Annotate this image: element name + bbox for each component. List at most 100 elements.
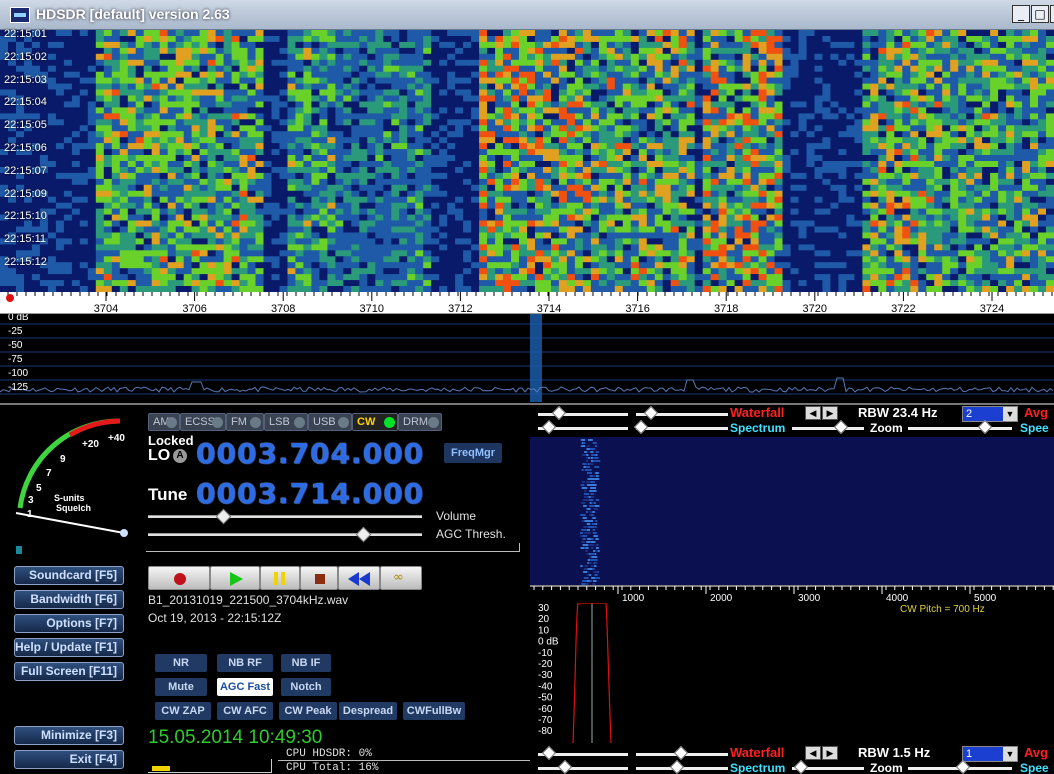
dsp-button-cw-zap[interactable]: CW ZAP xyxy=(155,702,211,720)
s-meter-scale-label: 3 xyxy=(28,495,34,506)
af-db-label: -50 xyxy=(538,693,553,704)
freq-scale-label: 3724 xyxy=(980,303,1004,314)
dsp-button-nr[interactable]: NR xyxy=(155,654,207,672)
mode-label: LSB xyxy=(269,416,290,428)
close-window-button[interactable]: x xyxy=(1050,5,1054,23)
dsp-button-despread[interactable]: Despread xyxy=(339,702,397,720)
app-icon xyxy=(10,7,30,23)
rf-zoom-slider[interactable] xyxy=(908,419,1012,435)
rf-display-controls: Waterfall ◀ ▶ RBW 23.4 Hz 2 ▼ Avg Spectru… xyxy=(530,405,1054,435)
af-rbw-right-arrow[interactable]: ▶ xyxy=(822,746,838,760)
dsp-button-agc-fast[interactable]: AGC Fast xyxy=(217,678,273,696)
s-meter-scale-label: 9 xyxy=(60,454,66,465)
recording-datetime: Oct 19, 2013 - 22:15:12Z xyxy=(148,611,282,625)
bandwidth-button[interactable]: Bandwidth [F6] xyxy=(14,590,124,609)
soundcard-button[interactable]: Soundcard [F5] xyxy=(14,566,124,585)
maximize-window-button[interactable]: □ xyxy=(1031,5,1049,23)
clock-display: 15.05.2014 10:49:30 xyxy=(148,727,323,748)
pause-button[interactable] xyxy=(260,566,300,590)
af-avg-select[interactable]: 1 ▼ xyxy=(962,746,1018,762)
rf-waterfall-label: Waterfall xyxy=(730,405,785,420)
dsp-button-nb-if[interactable]: NB IF xyxy=(281,654,331,672)
lo-lock-badge[interactable]: A xyxy=(173,449,187,463)
af-waterfall-contrast-slider[interactable] xyxy=(636,745,728,761)
af-waterfall-label: Waterfall xyxy=(730,745,785,760)
rf-avg-select[interactable]: 2 ▼ xyxy=(962,406,1018,422)
volume-slider[interactable] xyxy=(148,508,422,525)
minimize-window-button[interactable]: _ xyxy=(1012,5,1030,23)
rewind-button[interactable] xyxy=(338,566,380,590)
af-zoom-slider[interactable] xyxy=(908,759,1012,774)
rf-rbw-right-arrow[interactable]: ▶ xyxy=(822,406,838,420)
dsp-button-notch[interactable]: Notch xyxy=(281,678,331,696)
s-meter-scale-label: +20 xyxy=(82,439,99,450)
mode-button-fm[interactable]: FM xyxy=(226,413,264,431)
record-button[interactable] xyxy=(148,566,210,590)
mode-button-cw[interactable]: CW xyxy=(352,413,398,431)
rf-waterfall[interactable] xyxy=(0,30,1054,292)
rf-waterfall-contrast-slider[interactable] xyxy=(636,405,728,421)
agc-threshold-slider[interactable] xyxy=(148,526,422,543)
mode-button-ecss[interactable]: ECSS xyxy=(180,413,226,431)
spectrum-db-label: 0 dB xyxy=(8,314,29,323)
af-frequency-scale[interactable]: 1000 2000 3000 4000 5000 xyxy=(530,585,1054,603)
cpu-hdsdr-label: CPU HDSDR: 0% xyxy=(286,748,372,760)
af-spectrum-brightness-slider[interactable] xyxy=(538,759,628,774)
dsp-button-cw-afc[interactable]: CW AFC xyxy=(217,702,273,720)
stop-icon xyxy=(315,574,325,584)
dsp-button-cw-peak[interactable]: CW Peak xyxy=(279,702,337,720)
af-waterfall[interactable] xyxy=(530,437,1054,585)
rf-spectrum-level-slider[interactable] xyxy=(792,419,864,435)
divider xyxy=(278,760,530,761)
af-db-label: -10 xyxy=(538,648,553,659)
exit-button[interactable]: Exit [F4] xyxy=(14,750,124,769)
minimize-button[interactable]: Minimize [F3] xyxy=(14,726,124,745)
lo-locked-label: Locked xyxy=(148,433,194,448)
rf-spectrum[interactable]: 0 dB -25 -50 -75 -100 -125 xyxy=(0,314,1054,402)
loop-button[interactable]: ∞ xyxy=(380,566,422,590)
cw-pitch-label: CW Pitch = 700 Hz xyxy=(900,604,985,615)
full-screen-button[interactable]: Full Screen [F11] xyxy=(14,662,124,681)
mode-button-am[interactable]: AM xyxy=(148,413,180,431)
mode-button-usb[interactable]: USB xyxy=(308,413,352,431)
lo-frequency-display[interactable]: 0003.704.000 xyxy=(196,437,424,470)
mode-button-lsb[interactable]: LSB xyxy=(264,413,308,431)
stop-button[interactable] xyxy=(300,566,338,590)
dsp-button-nb-rf[interactable]: NB RF xyxy=(217,654,273,672)
af-db-label: -70 xyxy=(538,715,553,726)
spectrum-db-label: -100 xyxy=(8,368,28,379)
af-spectrum-level-slider[interactable] xyxy=(792,759,864,774)
play-icon xyxy=(230,572,243,586)
rf-spectrum-contrast-slider[interactable] xyxy=(633,419,728,435)
frequency-scale[interactable]: 3704 3706 3708 3710 3712 3714 3716 3718 3720 3722… xyxy=(0,292,1054,314)
af-waterfall-brightness-slider[interactable] xyxy=(538,745,628,761)
af-rbw-left-arrow[interactable]: ◀ xyxy=(805,746,821,760)
title-bar[interactable]: HDSDR [default] version 2.63 _ □ x xyxy=(0,0,1054,30)
record-icon xyxy=(174,573,186,585)
af-db-label: -80 xyxy=(538,726,553,737)
af-spectrum-label: Spectrum xyxy=(730,761,786,774)
tune-frequency-display[interactable]: 0003.714.000 xyxy=(196,477,424,510)
play-button[interactable] xyxy=(210,566,260,590)
options-button[interactable]: Options [F7] xyxy=(14,614,124,633)
dsp-button-cwfullbw[interactable]: CWFullBw xyxy=(403,702,465,720)
waterfall-timestamp: 22:15:01 xyxy=(4,28,47,40)
af-spectrum[interactable]: 3020100 dB-10-20-30-40-50-60-70-80 xyxy=(530,603,1054,743)
freqmgr-button[interactable]: FreqMgr xyxy=(444,443,502,463)
rf-rbw-left-arrow[interactable]: ◀ xyxy=(805,406,821,420)
af-db-label: -40 xyxy=(538,681,553,692)
rf-spectrum-brightness-slider[interactable] xyxy=(538,419,628,435)
mode-button-drm[interactable]: DRM xyxy=(398,413,442,431)
s-units-label: S-units xyxy=(54,493,85,503)
waterfall-timestamp: 22:15:09 xyxy=(4,187,47,200)
af-spectrum-contrast-slider[interactable] xyxy=(636,759,728,774)
af-freq-label: 5000 xyxy=(974,593,997,603)
freq-scale-label: 3720 xyxy=(803,303,827,314)
hdsdr-window: HDSDR [default] version 2.63 _ □ x 22:15… xyxy=(0,0,1054,774)
dsp-button-mute[interactable]: Mute xyxy=(155,678,207,696)
rf-waterfall-brightness-slider[interactable] xyxy=(538,405,628,421)
freq-scale-label: 3708 xyxy=(271,303,295,314)
rf-zoom-label: Zoom xyxy=(870,421,903,435)
led-indicator-icon xyxy=(250,417,261,428)
help-update-button[interactable]: Help / Update [F1] xyxy=(14,638,124,657)
